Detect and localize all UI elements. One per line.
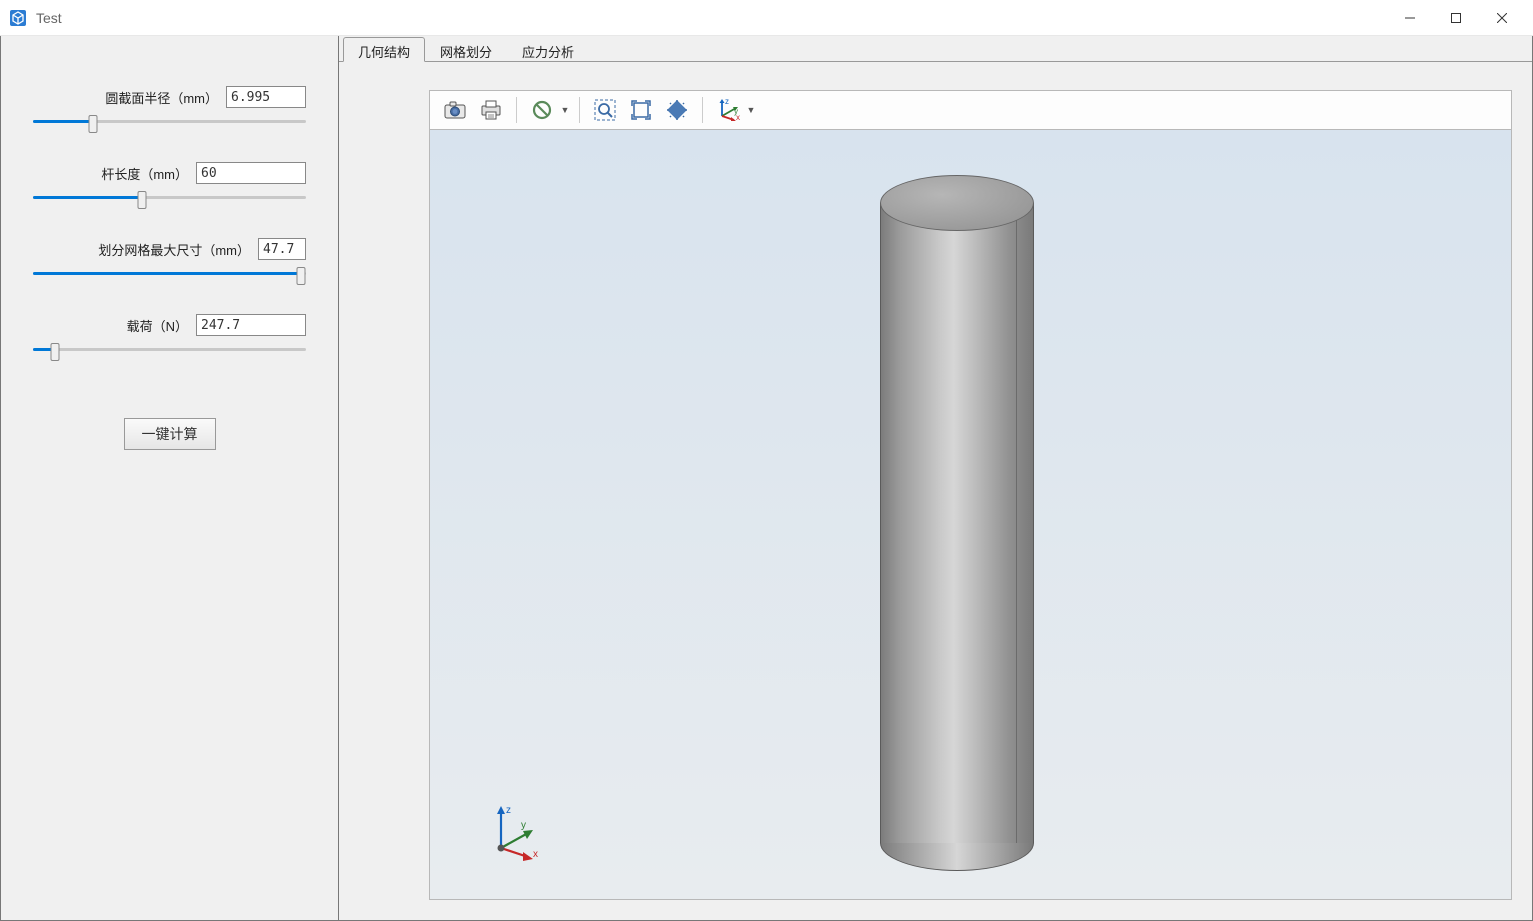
maximize-button[interactable] <box>1433 0 1479 36</box>
dropdown-icon[interactable]: ▼ <box>559 105 571 115</box>
geometry-cylinder <box>880 175 1034 855</box>
svg-text:z: z <box>725 98 729 106</box>
camera-icon[interactable] <box>438 94 472 126</box>
toolbar-separator <box>579 97 580 123</box>
axes-icon[interactable]: z y x <box>711 94 745 126</box>
length-input[interactable] <box>196 162 306 184</box>
tabs: 几何结构 网格划分 应力分析 <box>339 36 1532 62</box>
svg-text:y: y <box>521 820 526 831</box>
zoom-area-icon[interactable] <box>588 94 622 126</box>
param-radius: 圆截面半径（mm） <box>33 86 306 130</box>
tab-mesh[interactable]: 网格划分 <box>425 37 507 62</box>
param-label: 划分网格最大尺寸（mm） <box>98 240 250 259</box>
param-label: 载荷（N） <box>127 316 188 335</box>
content-area: 几何结构 网格划分 应力分析 <box>339 36 1532 920</box>
radius-input[interactable] <box>226 86 306 108</box>
print-icon[interactable] <box>474 94 508 126</box>
3d-viewport[interactable]: z y x <box>429 130 1512 900</box>
param-meshsize: 划分网格最大尺寸（mm） <box>33 238 306 282</box>
param-load: 载荷（N） <box>33 314 306 358</box>
load-input[interactable] <box>196 314 306 336</box>
svg-text:x: x <box>533 849 538 860</box>
meshsize-input[interactable] <box>258 238 306 260</box>
axis-triad: z y x <box>486 803 546 863</box>
load-slider[interactable] <box>33 340 306 358</box>
toolbar-separator <box>516 97 517 123</box>
app-icon <box>8 8 28 28</box>
forbid-icon[interactable] <box>525 94 559 126</box>
fit-icon[interactable] <box>624 94 658 126</box>
viewport-wrap: ▼ <box>339 62 1532 920</box>
isoview-icon[interactable] <box>660 94 694 126</box>
dropdown-icon[interactable]: ▼ <box>745 105 757 115</box>
calculate-button[interactable]: 一键计算 <box>124 418 216 450</box>
svg-text:z: z <box>506 805 511 816</box>
param-length: 杆长度（mm） <box>33 162 306 206</box>
length-slider[interactable] <box>33 188 306 206</box>
param-label: 杆长度（mm） <box>101 164 188 183</box>
titlebar: Test <box>0 0 1533 36</box>
radius-slider[interactable] <box>33 112 306 130</box>
window-controls <box>1387 0 1525 36</box>
minimize-button[interactable] <box>1387 0 1433 36</box>
viewport-toolbar: ▼ <box>429 90 1512 130</box>
tab-geometry[interactable]: 几何结构 <box>343 37 425 62</box>
param-label: 圆截面半径（mm） <box>105 88 218 107</box>
sidebar: 圆截面半径（mm） 杆长度（mm） 划分网格最大尺寸（mm） <box>1 36 339 920</box>
close-button[interactable] <box>1479 0 1525 36</box>
svg-text:x: x <box>736 113 740 122</box>
toolbar-separator <box>702 97 703 123</box>
window-title: Test <box>36 10 62 26</box>
main-area: 圆截面半径（mm） 杆长度（mm） 划分网格最大尺寸（mm） <box>0 36 1533 921</box>
meshsize-slider[interactable] <box>33 264 306 282</box>
tab-stress[interactable]: 应力分析 <box>507 37 589 62</box>
